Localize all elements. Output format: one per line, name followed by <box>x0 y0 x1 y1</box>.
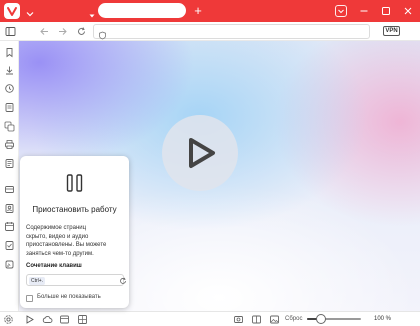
bookmarks-icon[interactable] <box>4 47 15 58</box>
side-panel <box>0 41 19 311</box>
pause-play-icon[interactable] <box>24 314 35 325</box>
settings-icon[interactable] <box>3 314 14 325</box>
vpn-button[interactable]: VPN <box>383 26 400 36</box>
tile-icon[interactable] <box>251 314 262 325</box>
page-tiling-icon[interactable] <box>77 314 88 325</box>
reading-list-icon[interactable] <box>4 158 15 169</box>
popup-description-line: приостановлены. Вы можете <box>26 242 107 248</box>
dont-show-checkbox[interactable] <box>26 295 33 302</box>
history-icon[interactable] <box>4 83 15 94</box>
zoom-slider-thumb[interactable] <box>315 314 326 324</box>
popup-description-line: Содержимое страниц <box>26 225 87 231</box>
print-icon[interactable] <box>4 139 15 150</box>
address-bar: VPN <box>0 22 420 41</box>
vivaldi-logo-icon[interactable] <box>4 3 20 19</box>
capture-icon[interactable] <box>233 314 244 325</box>
panel-toggle-icon[interactable] <box>4 25 17 38</box>
tasks-icon[interactable] <box>4 240 15 251</box>
status-bar: Сброс 100 % <box>0 311 420 326</box>
image-toggle-icon[interactable] <box>269 314 280 325</box>
dont-show-label[interactable]: Больше не показывать <box>37 294 101 300</box>
sync-cloud-icon[interactable] <box>42 314 53 325</box>
popup-description: Содержимое страниц скрыто, видео и аудио… <box>26 224 126 258</box>
maximize-button[interactable] <box>378 3 394 19</box>
new-tab-button[interactable]: + <box>191 3 205 18</box>
feeds-icon[interactable] <box>4 259 15 270</box>
contacts-icon[interactable] <box>4 203 15 214</box>
tab-arrow-icon[interactable] <box>88 7 96 18</box>
zoom-level: 100 % <box>374 316 392 322</box>
forward-icon[interactable] <box>56 25 69 38</box>
close-button[interactable] <box>400 3 416 19</box>
translate-icon[interactable] <box>4 121 15 132</box>
play-icon <box>189 138 215 168</box>
zoom-reset-button[interactable]: Сброс <box>285 313 302 325</box>
shortcut-chip: Ctrl+. <box>29 277 46 285</box>
menu-chevron-icon[interactable] <box>25 6 35 17</box>
calendar-icon[interactable] <box>4 221 15 232</box>
mail-icon[interactable] <box>4 184 15 195</box>
minimize-button[interactable] <box>356 3 372 19</box>
zoom-slider[interactable] <box>307 314 361 324</box>
pause-icon <box>66 174 83 192</box>
active-tab[interactable] <box>98 3 186 18</box>
notes-icon[interactable] <box>4 102 15 113</box>
title-bar: + <box>0 0 420 22</box>
window-panel-icon[interactable] <box>59 314 70 325</box>
pause-popup: Приостановить работу Содержимое страниц … <box>20 156 129 308</box>
reset-shortcut-icon[interactable] <box>119 277 127 285</box>
back-icon[interactable] <box>38 25 51 38</box>
reload-icon[interactable] <box>75 25 88 38</box>
resume-button[interactable] <box>162 115 238 191</box>
url-input[interactable] <box>93 24 370 40</box>
popup-description-line: заняться чем-то другим. <box>26 250 94 257</box>
popup-description-line: скрыто, видео и аудио <box>26 233 89 240</box>
downloads-icon[interactable] <box>4 65 15 76</box>
popup-title: Приостановить работу <box>32 205 117 214</box>
shortcut-field[interactable]: Ctrl+. <box>26 274 127 286</box>
shortcut-label: Сочетание клавиш <box>26 263 82 269</box>
tab-cycler-icon[interactable] <box>335 5 347 17</box>
